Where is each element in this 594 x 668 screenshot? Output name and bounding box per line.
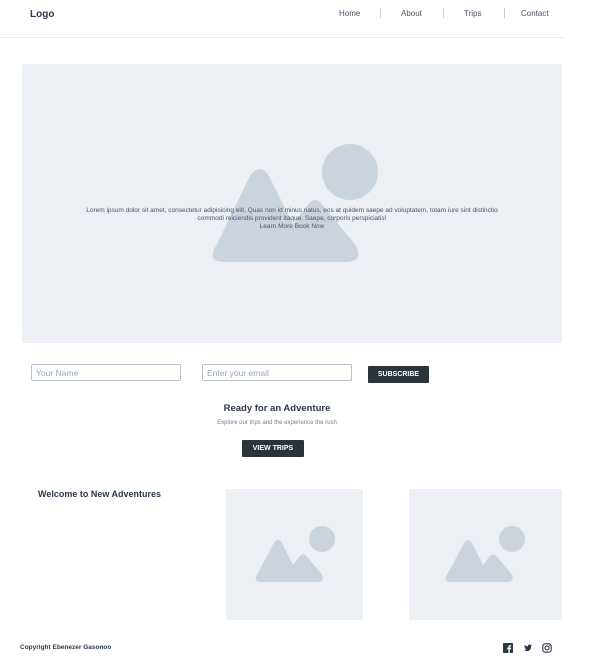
image-card [226, 489, 363, 620]
subscribe-button[interactable]: SUBSCRIBE [368, 366, 429, 383]
hero-actions: Learn More Book Now [182, 223, 402, 230]
cta-title: Ready for an Adventure [223, 403, 331, 414]
cta-subtitle: Explore our trips and the experience the… [217, 420, 337, 426]
book-now-link[interactable]: Book Now [295, 223, 325, 230]
hero-description: Lorem ipsum dolor sit amet, consectetur … [86, 207, 498, 222]
logo[interactable]: Logo [30, 9, 54, 20]
welcome-title: Welcome to New Adventures [38, 489, 162, 499]
nav-link-contact[interactable]: Contact [521, 9, 549, 18]
view-trips-button[interactable]: VIEW TRIPS [242, 440, 304, 457]
name-input[interactable] [31, 364, 181, 381]
learn-more-link[interactable]: Learn More [260, 223, 293, 230]
instagram-icon[interactable] [542, 643, 552, 653]
nav-divider [504, 8, 505, 18]
email-input[interactable] [202, 364, 352, 381]
hero-banner: Lorem ipsum dolor sit amet, consectetur … [22, 64, 562, 343]
image-placeholder-icon [212, 144, 378, 262]
copyright-text: Copyright Ebenezer Gasonoo [20, 644, 112, 651]
nav-link-about[interactable]: About [401, 9, 422, 18]
nav-divider [380, 8, 381, 18]
facebook-icon[interactable] [503, 643, 513, 653]
navbar: Logo Home About Trips Contact [0, 0, 565, 38]
nav-link-trips[interactable]: Trips [464, 9, 481, 18]
nav-link-home[interactable]: Home [339, 9, 360, 18]
image-placeholder-icon [445, 526, 525, 582]
nav-divider [443, 8, 444, 18]
image-placeholder-icon [255, 526, 335, 582]
image-card [409, 489, 562, 620]
twitter-icon[interactable] [522, 643, 532, 653]
